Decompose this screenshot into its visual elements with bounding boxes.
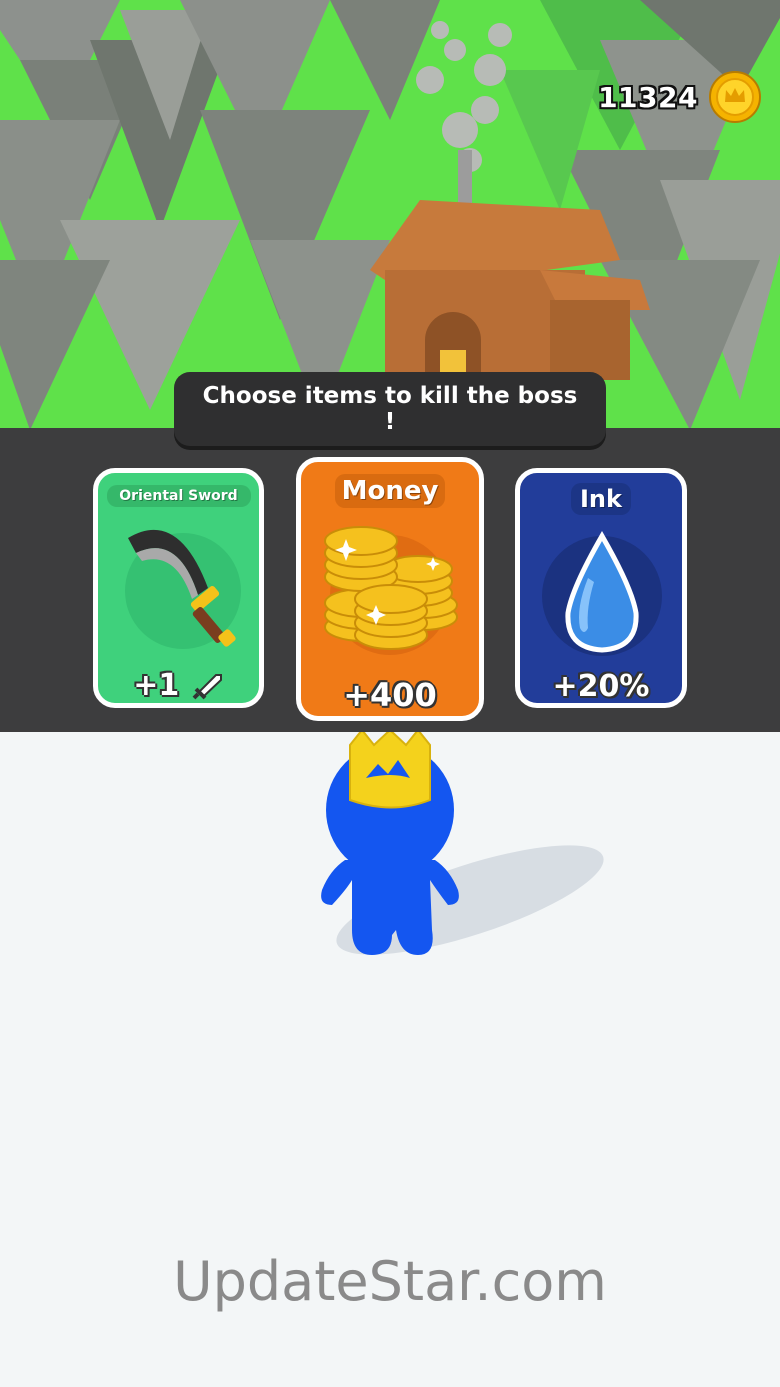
watermark: UpdateStar.com xyxy=(173,1250,607,1313)
card-title: Money xyxy=(335,474,445,508)
small-sword-icon xyxy=(192,673,222,699)
card-title: Oriental Sword xyxy=(106,485,251,507)
coin-stack-icon xyxy=(324,526,458,655)
card-money[interactable]: Money +400 xyxy=(296,457,484,721)
sword-icon xyxy=(125,529,241,649)
card-title: Ink xyxy=(571,483,631,515)
instruction-text: Choose items to kill the boss ! xyxy=(202,383,578,435)
card-value: +1 xyxy=(98,668,259,703)
crown-icon xyxy=(349,728,431,809)
coin-counter: 11324 xyxy=(598,70,762,124)
card-value-text: +1 xyxy=(133,668,180,703)
card-oriental-sword[interactable]: Oriental Sword +1 xyxy=(93,468,264,708)
card-value: +400 xyxy=(343,676,437,714)
ink-drop-icon xyxy=(542,530,662,656)
crown-coin-icon xyxy=(709,71,761,123)
card-value: +20% xyxy=(552,669,650,704)
instruction-banner: Choose items to kill the boss ! xyxy=(174,372,606,446)
coin-count: 11324 xyxy=(598,80,698,114)
card-ink[interactable]: Ink +20% xyxy=(515,468,687,708)
